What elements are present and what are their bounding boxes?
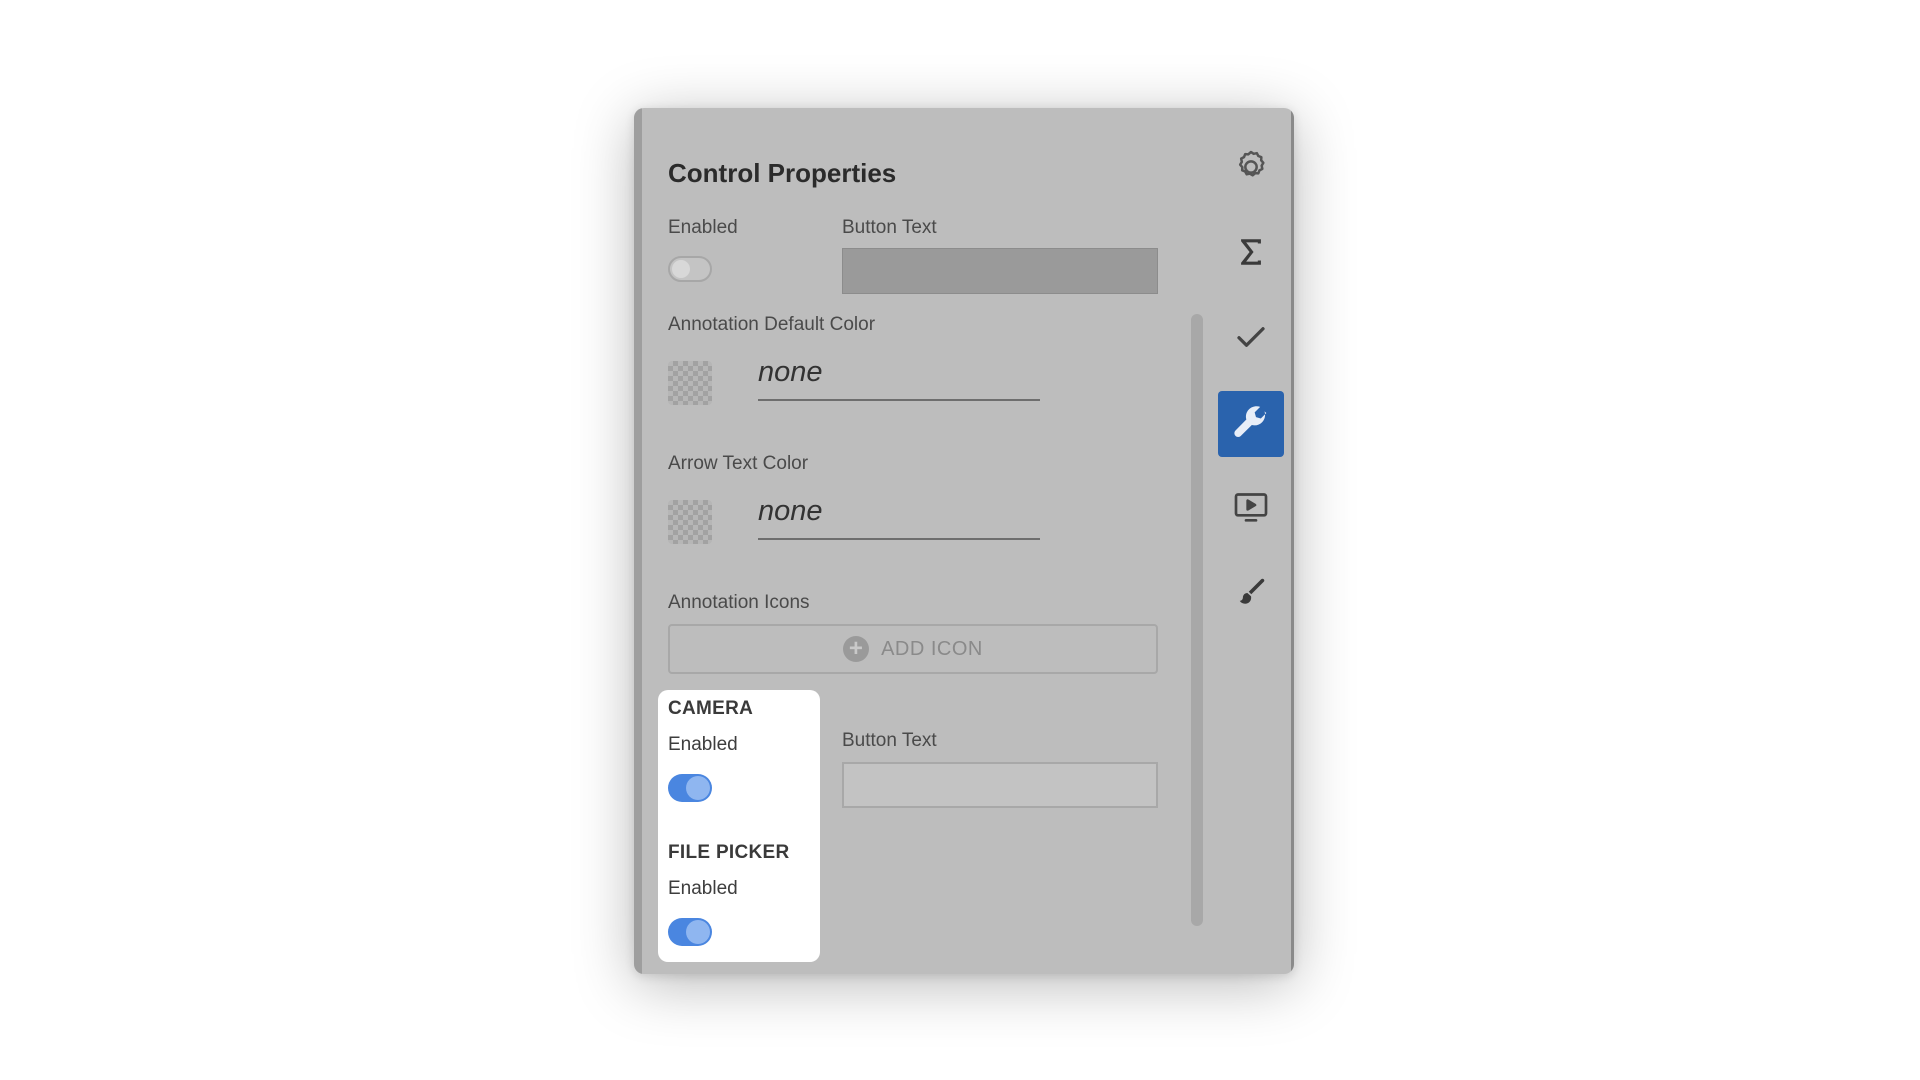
check-icon bbox=[1233, 319, 1269, 360]
nav-preview[interactable] bbox=[1218, 476, 1284, 542]
nav-sigma[interactable] bbox=[1218, 221, 1284, 287]
scrollbar[interactable] bbox=[1191, 314, 1203, 926]
wrench-icon bbox=[1231, 402, 1271, 447]
add-icon-button[interactable]: + ADD ICON bbox=[668, 624, 1158, 674]
camera-enabled-label: Enabled bbox=[668, 734, 738, 755]
camera-enabled-toggle[interactable] bbox=[668, 774, 712, 802]
play-screen-icon bbox=[1231, 487, 1271, 532]
panel-left-edge bbox=[634, 108, 642, 974]
brush-icon bbox=[1233, 574, 1269, 615]
arrow-text-color-value[interactable]: none bbox=[758, 495, 1040, 540]
panel-right-edge bbox=[1291, 108, 1294, 974]
gear-icon bbox=[1231, 147, 1271, 192]
nav-validation[interactable] bbox=[1218, 306, 1284, 372]
cut-off-text: · · bbox=[668, 968, 681, 974]
arrow-text-color-label: Arrow Text Color bbox=[668, 453, 809, 474]
file-picker-enabled-toggle[interactable] bbox=[668, 918, 712, 946]
file-picker-enabled-label: Enabled bbox=[668, 878, 738, 899]
enabled-label: Enabled bbox=[668, 217, 738, 238]
panel-title: Control Properties bbox=[668, 158, 897, 188]
enabled-toggle[interactable] bbox=[668, 256, 712, 282]
add-icon-label: ADD ICON bbox=[881, 637, 983, 660]
file-picker-heading: FILE PICKER bbox=[668, 842, 790, 863]
annotation-default-color-label: Annotation Default Color bbox=[668, 314, 876, 335]
button-text-input[interactable] bbox=[842, 248, 1158, 294]
camera-button-text-label: Button Text bbox=[842, 730, 937, 751]
camera-button-text-input[interactable] bbox=[842, 762, 1158, 808]
button-text-label: Button Text bbox=[842, 217, 937, 238]
nav-style[interactable] bbox=[1218, 561, 1284, 627]
stage: Control Properties Enabled Button Text A… bbox=[0, 0, 1920, 1080]
annotation-icons-label: Annotation Icons bbox=[668, 592, 810, 613]
nav-tools[interactable] bbox=[1218, 391, 1284, 457]
annotation-default-color-swatch[interactable] bbox=[668, 361, 712, 405]
sigma-icon bbox=[1234, 235, 1268, 274]
arrow-text-color-swatch[interactable] bbox=[668, 500, 712, 544]
nav-settings[interactable] bbox=[1218, 136, 1284, 202]
plus-circle-icon: + bbox=[843, 636, 870, 662]
camera-heading: CAMERA bbox=[668, 698, 754, 719]
annotation-default-color-value[interactable]: none bbox=[758, 356, 1040, 401]
highlighted-toggles-card: CAMERA Enabled FILE PICKER Enabled bbox=[658, 690, 820, 962]
